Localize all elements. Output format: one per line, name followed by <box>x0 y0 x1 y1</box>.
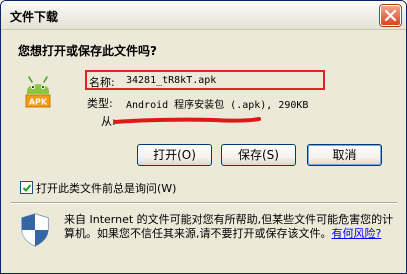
svg-text:APK: APK <box>29 98 48 107</box>
cancel-button[interactable]: 取消 <box>307 144 382 166</box>
android-apk-icon: APK <box>25 76 51 108</box>
checkmark-icon <box>22 184 32 192</box>
file-type-label: 类型: <box>87 97 113 110</box>
window-title: 文件下载 <box>10 10 59 24</box>
file-type-value: Android 程序安装包 (.apk), 290KB <box>126 100 309 111</box>
separator-highlight <box>11 203 397 204</box>
always-ask-checkbox[interactable] <box>20 181 33 194</box>
file-name-label: 名称: <box>89 76 115 89</box>
file-download-dialog: 文件下载 您想打开或保存此文件吗? APK 名称: 34281_tR8kT.ap… <box>0 0 407 274</box>
title-bar[interactable]: 文件下载 <box>1 1 406 30</box>
file-name-value: 34281_tR8kT.apk <box>126 75 217 86</box>
security-warning: 来自 Internet 的文件可能对您有所帮助,但某些文件可能危害您的计算机。如… <box>64 213 394 241</box>
redacted-source-scribble <box>113 117 261 124</box>
save-button[interactable]: 保存(S) <box>221 144 296 166</box>
close-icon <box>385 10 396 21</box>
what-is-risk-link[interactable]: 有何风险? <box>332 227 382 240</box>
security-shield-icon <box>21 213 49 247</box>
open-button[interactable]: 打开(O) <box>137 144 212 166</box>
close-button[interactable] <box>379 4 402 27</box>
dialog-question: 您想打开或保存此文件吗? <box>18 44 157 58</box>
always-ask-label[interactable]: 打开此类文件前总是询问(W) <box>36 180 176 196</box>
